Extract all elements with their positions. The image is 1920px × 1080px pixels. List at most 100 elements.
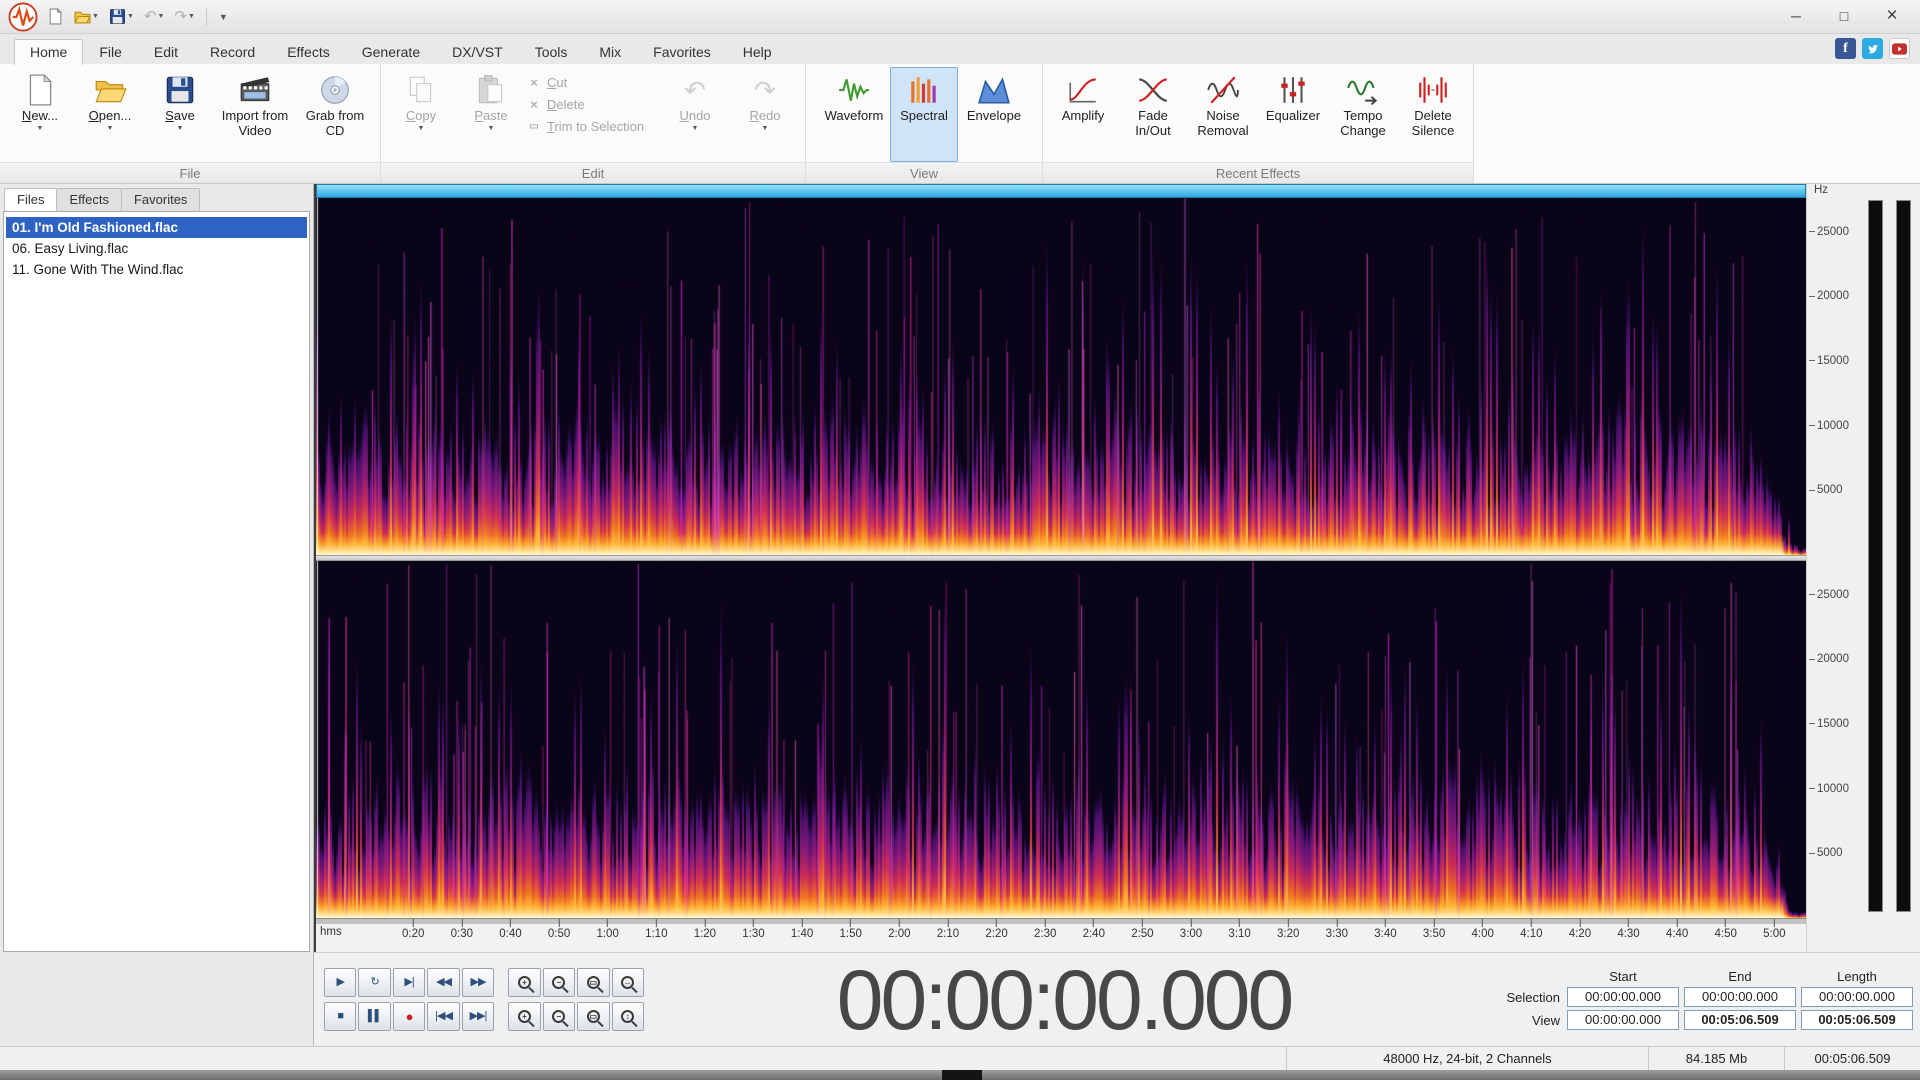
tab-dxvst[interactable]: DX/VST <box>436 39 519 65</box>
waveform-view-button[interactable]: Waveform <box>820 67 888 162</box>
facebook-icon[interactable]: f <box>1835 38 1856 59</box>
stop-button[interactable]: ■ <box>324 1002 357 1031</box>
customize-toolbar-button[interactable]: ▼ <box>215 10 232 24</box>
new-button[interactable]: New... ▼ <box>6 67 74 162</box>
app-window: ▼ ▼ ↶ ▼ ↷ ▼ ▼ ─ □ × Home File Edit Recor… <box>0 0 1920 1080</box>
file-list-item[interactable]: 11. Gone With The Wind.flac <box>6 259 307 280</box>
zoom-all-button[interactable]: ↔ <box>611 968 644 997</box>
play-button[interactable]: ▶ <box>324 968 357 997</box>
selection-end-field[interactable]: 00:00:00.000 <box>1684 987 1796 1007</box>
pause-button[interactable]: ▌▌ <box>358 1002 391 1031</box>
tab-help[interactable]: Help <box>727 39 788 65</box>
view-row-label: View <box>1532 1012 1560 1028</box>
tab-file[interactable]: File <box>83 39 138 65</box>
tab-tools[interactable]: Tools <box>519 39 584 65</box>
tab-mix[interactable]: Mix <box>583 39 637 65</box>
zoom-out-button[interactable]: − <box>542 968 576 997</box>
zoom-in-button[interactable]: + <box>508 968 541 997</box>
tab-record[interactable]: Record <box>194 39 271 65</box>
delete-silence-button[interactable]: Delete Silence <box>1399 67 1467 162</box>
rewind-button[interactable]: ◀◀ <box>427 968 460 997</box>
view-end-field[interactable]: 00:05:06.509 <box>1684 1010 1796 1030</box>
ribbon-group-file: New... ▼ Open... ▼ Save ▼ Import from Vi… <box>0 64 381 183</box>
timeline-tick: 1:40 <box>791 919 813 940</box>
level-meter-left <box>1867 200 1883 912</box>
quick-new-button[interactable] <box>44 6 67 27</box>
tab-home[interactable]: Home <box>14 39 84 65</box>
fade-in-out-button[interactable]: Fade In/Out <box>1119 67 1187 162</box>
timeline-tick: 1:30 <box>742 919 765 940</box>
twitter-icon[interactable] <box>1862 38 1883 59</box>
timeline-tick: 0:30 <box>451 919 473 940</box>
amplify-button[interactable]: Amplify <box>1049 67 1117 162</box>
minimize-button[interactable]: ─ <box>1772 2 1820 29</box>
rewind-icon: ◀◀ <box>436 976 452 988</box>
sidebar-tab-files[interactable]: Files <box>4 188 58 211</box>
spectrogram-right-channel[interactable] <box>316 561 1806 918</box>
maximize-button[interactable]: □ <box>1820 2 1868 29</box>
waveform-icon <box>837 71 871 109</box>
undo-icon: ↶ <box>684 75 706 105</box>
dropdown-arrow-icon[interactable]: ▼ <box>107 125 114 132</box>
go-to-start-icon: |◀◀ <box>435 1010 453 1022</box>
quick-open-button[interactable]: ▼ <box>71 6 102 27</box>
selection-length-field[interactable]: 00:00:00.000 <box>1801 987 1913 1007</box>
noise-removal-button[interactable]: Noise Removal <box>1189 67 1257 162</box>
titlebar: ▼ ▼ ↶ ▼ ↷ ▼ ▼ ─ □ × <box>0 0 1920 34</box>
zoom-to-selection-button[interactable]: ▭ <box>577 1002 610 1031</box>
close-button[interactable]: × <box>1868 2 1916 29</box>
trim-to-selection-button: ▭ Trim to Selection <box>527 119 659 134</box>
zoom-vertical-out-button[interactable]: − <box>542 1002 576 1031</box>
save-button[interactable]: Save ▼ <box>146 67 214 162</box>
tab-generate[interactable]: Generate <box>346 39 436 65</box>
dropdown-arrow-icon[interactable]: ▼ <box>92 13 99 20</box>
equalizer-icon <box>1276 71 1310 109</box>
sidebar-tab-effects[interactable]: Effects <box>56 188 122 211</box>
file-list-item[interactable]: 06. Easy Living.flac <box>6 238 307 259</box>
overview-scrollbar[interactable] <box>316 184 1806 198</box>
redo-icon: ↷ <box>754 75 776 105</box>
youtube-icon[interactable] <box>1889 38 1910 59</box>
tempo-change-button[interactable]: Tempo Change <box>1329 67 1397 162</box>
play-file-button[interactable]: ▶| <box>392 968 426 997</box>
import-from-video-button[interactable]: Import from Video <box>216 67 294 162</box>
envelope-view-button[interactable]: Envelope <box>960 67 1028 162</box>
open-button[interactable]: Open... ▼ <box>76 67 144 162</box>
dropdown-arrow-icon[interactable]: ▼ <box>127 13 134 20</box>
ribbon-group-recent-effects: Amplify Fade In/Out Noise Removal Equali… <box>1043 64 1474 183</box>
go-to-start-button[interactable]: |◀◀ <box>427 1002 460 1031</box>
file-size-status: 84.185 Mb <box>1648 1047 1784 1070</box>
grab-from-cd-button[interactable]: Grab from CD <box>296 67 374 162</box>
loop-button[interactable]: ↻ <box>358 968 391 997</box>
fast-forward-button[interactable]: ▶▶ <box>461 968 495 997</box>
equalizer-button[interactable]: Equalizer <box>1259 67 1327 162</box>
tab-edit[interactable]: Edit <box>138 39 194 65</box>
app-logo-icon[interactable] <box>8 1 38 32</box>
sidebar-tab-favorites[interactable]: Favorites <box>120 188 201 211</box>
dropdown-arrow-icon[interactable]: ▼ <box>177 125 184 132</box>
fast-forward-icon: ▶▶ <box>470 976 487 988</box>
tab-favorites[interactable]: Favorites <box>637 39 727 65</box>
go-to-end-button[interactable]: ▶▶| <box>461 1002 495 1031</box>
file-list-item[interactable]: 01. I'm Old Fashioned.flac <box>6 217 307 238</box>
window-controls: ─ □ × <box>1772 2 1916 29</box>
selection-start-field[interactable]: 00:00:00.000 <box>1567 987 1679 1007</box>
trim-icon: ▭ <box>529 121 539 132</box>
zoom-full-button[interactable]: ↕ <box>611 1002 644 1031</box>
tab-effects[interactable]: Effects <box>271 39 346 65</box>
dropdown-arrow-icon[interactable]: ▼ <box>37 125 44 132</box>
new-document-icon <box>23 71 57 109</box>
spectrogram-left-channel[interactable] <box>316 198 1806 555</box>
zoom-vertical-in-button[interactable]: + <box>508 1002 541 1031</box>
magnifier-icon: + <box>517 976 531 989</box>
spectral-view-button[interactable]: Spectral <box>890 67 958 162</box>
view-start-field[interactable]: 00:00:00.000 <box>1567 1010 1679 1030</box>
zoom-selection-button[interactable]: ▭ <box>577 968 610 997</box>
transport-controls: ▶ ↻ ▶| ◀◀ ▶▶ + − ▭ ↔ ■ ▌▌ ● |◀◀ ▶▶| + − ▭ ↕ <box>314 968 644 1031</box>
view-length-field[interactable]: 00:05:06.509 <box>1801 1010 1913 1030</box>
timeline-ruler[interactable]: hms 0:20 0:30 0:40 0:50 1:00 1:10 1:20 1:30 1:40… <box>316 918 1806 952</box>
quick-save-button[interactable]: ▼ <box>106 6 137 27</box>
record-button[interactable]: ● <box>392 1002 426 1031</box>
timeline-tick: 2:20 <box>985 919 1008 940</box>
frequency-tick-label: 25000 <box>1809 226 1849 238</box>
